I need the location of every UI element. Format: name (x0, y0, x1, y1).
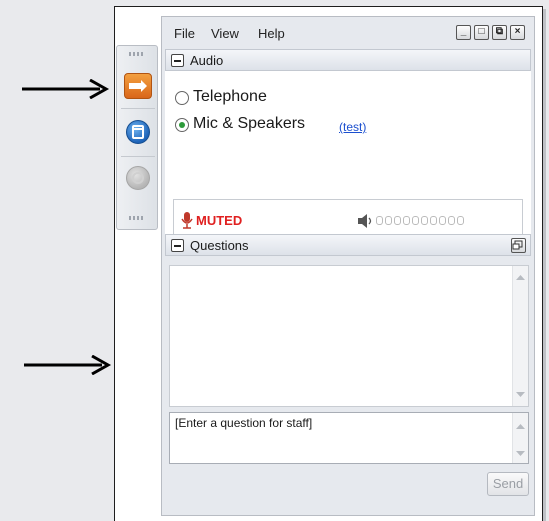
control-panel: File View Help _ □ ⧉ × Audio Telephone M… (161, 16, 535, 516)
screen-icon (132, 125, 144, 139)
arrow-right-icon (129, 80, 147, 92)
screen-sharing-button[interactable] (126, 120, 150, 144)
menu-help[interactable]: Help (258, 26, 285, 41)
menu-file[interactable]: File (174, 26, 195, 41)
audio-header-label: Audio (190, 53, 224, 68)
mic-speakers-label[interactable]: Mic & Speakers (193, 115, 305, 133)
side-toolbar (116, 45, 158, 230)
muted-status: MUTED (196, 213, 243, 228)
question-input-placeholder: [Enter a question for staff] (175, 416, 313, 430)
audio-section-header[interactable]: Audio (165, 49, 531, 71)
question-input[interactable]: [Enter a question for staff] (169, 412, 529, 464)
scroll-up-icon[interactable] (516, 274, 525, 281)
menu-bar: File View Help _ □ ⧉ × (162, 17, 534, 49)
toolbar-grip-top[interactable] (129, 52, 145, 56)
mic-speakers-radio[interactable] (175, 118, 189, 132)
collapse-questions-button[interactable] (171, 239, 184, 252)
input-scroll-up-icon[interactable] (516, 423, 525, 430)
send-button[interactable]: Send (487, 472, 529, 496)
toolbar-grip-bottom[interactable] (129, 216, 145, 220)
audio-test-link[interactable]: (test) (339, 120, 366, 134)
telephone-label[interactable]: Telephone (193, 88, 267, 106)
speaker-icon[interactable] (357, 213, 375, 229)
hand-icon (132, 172, 144, 184)
question-input-scrollbar[interactable] (512, 413, 528, 463)
input-scroll-down-icon[interactable] (516, 450, 525, 457)
collapse-audio-button[interactable] (171, 54, 184, 67)
scroll-down-icon[interactable] (516, 391, 525, 398)
questions-section-header[interactable]: Questions (165, 234, 531, 256)
minimize-button[interactable]: _ (456, 25, 471, 40)
control-panel-toggle-button[interactable] (124, 73, 152, 99)
questions-header-label: Questions (190, 238, 249, 253)
annotation-arrow-top (22, 79, 110, 99)
popout-questions-button[interactable] (511, 238, 526, 253)
questions-log[interactable] (169, 265, 529, 407)
raise-hand-button[interactable] (126, 166, 150, 190)
telephone-radio[interactable] (175, 91, 189, 105)
restore-button[interactable]: ⧉ (492, 25, 507, 40)
maximize-button[interactable]: □ (474, 25, 489, 40)
audio-section-body: Telephone Mic & Speakers (test) MUTED (165, 71, 531, 241)
microphone-icon[interactable] (180, 211, 194, 229)
popout-icon (512, 240, 523, 250)
annotation-arrow-bottom (24, 355, 112, 375)
close-button[interactable]: × (510, 25, 525, 40)
questions-log-scrollbar[interactable] (512, 266, 528, 406)
menu-view[interactable]: View (211, 26, 239, 41)
